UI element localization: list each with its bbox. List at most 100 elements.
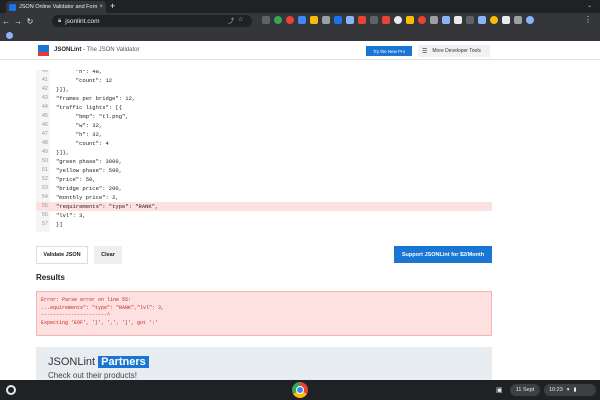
reload-icon[interactable]: ↻	[24, 17, 36, 26]
editor-line[interactable]: 52 "price": 50,	[36, 175, 492, 184]
support-jsonlint-button[interactable]: Support JSONLint for $2/Month	[394, 246, 492, 263]
validate-json-button[interactable]: Validate JSON	[36, 246, 88, 264]
code-text: "count": 4	[56, 140, 109, 147]
extension-icon[interactable]	[454, 16, 462, 24]
extension-icon[interactable]	[298, 16, 306, 24]
extension-icon[interactable]	[370, 16, 378, 24]
bookmark-star-icon[interactable]: ☆	[238, 16, 243, 25]
extension-icon[interactable]	[466, 16, 474, 24]
line-number: 55	[41, 203, 48, 209]
partners-brand: JSONLint	[48, 356, 96, 368]
extension-icon[interactable]	[334, 16, 342, 24]
close-tab-icon[interactable]: ×	[99, 4, 103, 10]
try-pro-button[interactable]: Try the New Pro	[366, 46, 412, 56]
site-brand: JSONLint - The JSON Validator	[54, 47, 139, 53]
lock-icon[interactable]: 🔒︎	[58, 18, 61, 25]
results-heading: Results	[36, 273, 65, 282]
editor-line[interactable]: 49}]},	[36, 148, 492, 157]
line-number: 41	[41, 77, 48, 83]
extension-icon[interactable]	[382, 16, 390, 24]
line-number: 44	[41, 104, 48, 110]
line-number: 45	[41, 113, 48, 119]
error-text-line: ...equirements": "type": "RANK","lvl": 3…	[41, 304, 165, 311]
code-text: "yellow phase": 500,	[56, 167, 123, 174]
forward-arrow-icon[interactable]: →	[12, 17, 24, 26]
extension-icon[interactable]	[358, 16, 366, 24]
code-text: "frames per bridge": 12,	[56, 95, 136, 102]
more-developer-tools-button[interactable]: ☰ More Developer Tools	[418, 45, 490, 57]
new-tab-button[interactable]: +	[110, 1, 115, 12]
editor-line[interactable]: 41 "count": 12	[36, 76, 492, 85]
extension-icon[interactable]	[274, 16, 282, 24]
tab-jsonlint[interactable]: JSON Online Validator and Formatter ×	[6, 1, 106, 13]
code-text: "count": 12	[56, 77, 113, 84]
editor-line[interactable]: 50 "green phase": 3000,	[36, 157, 492, 166]
partners-highlight: Partners	[98, 356, 149, 368]
line-number: 56	[41, 212, 48, 218]
code-text: "green phase": 3000,	[56, 158, 123, 165]
editor-line[interactable]: 44 "traffic lights": [{	[36, 103, 492, 112]
puzzle-icon[interactable]	[502, 16, 510, 24]
editor-line[interactable]: 47 "h": 32,	[36, 130, 492, 139]
json-editor[interactable]: 40 "h": 48, 41 "count": 12 42}]}, 43 "frames…	[36, 70, 492, 232]
sidebar-icon[interactable]	[514, 16, 522, 24]
chrome-app-icon[interactable]	[292, 382, 308, 398]
editor-line[interactable]: 54 "monthly price": 2,	[36, 193, 492, 202]
code-text: }]},	[56, 149, 70, 156]
editor-line[interactable]: 43 "frames per bridge": 12,	[36, 94, 492, 103]
extension-icon[interactable]	[406, 16, 414, 24]
editor-line[interactable]: 48 "count": 4	[36, 139, 492, 148]
editor-line[interactable]: 42}]},	[36, 85, 492, 94]
back-arrow-icon[interactable]: ←	[0, 17, 12, 26]
url-text: jsonlint.com	[65, 17, 100, 25]
tab-title: JSON Online Validator and Formatter	[19, 4, 98, 10]
line-number: 53	[41, 185, 48, 191]
partners-subtitle: Check out their products!	[48, 371, 137, 380]
error-message-box: Error: Parse error on line 55: ...equire…	[36, 291, 492, 336]
extension-icon[interactable]	[478, 16, 486, 24]
bookmarks-bar	[0, 30, 600, 41]
editor-line[interactable]: 56 "lvl": 3,	[36, 211, 492, 220]
code-text: "bridge price": 200,	[56, 185, 123, 192]
launcher-icon[interactable]	[6, 385, 16, 395]
status-area[interactable]: 10:23 ▾ ▮	[544, 384, 596, 396]
editor-line[interactable]: 51 "yellow phase": 500,	[36, 166, 492, 175]
code-text: "traffic lights": [{	[56, 104, 123, 111]
browser-toolbar: ← → ↻ 🔒︎ jsonlint.com ⤴ ☆ ⋮	[0, 13, 600, 30]
date-display[interactable]: 11 Sept	[510, 384, 540, 396]
editor-line[interactable]: 53 "bridge price": 200,	[36, 184, 492, 193]
code-text: "price": 50,	[56, 176, 96, 183]
extension-icon[interactable]	[490, 16, 498, 24]
browser-menu-icon[interactable]: ⋮	[584, 15, 592, 24]
editor-line[interactable]: 46 "w": 32,	[36, 121, 492, 130]
extension-icon[interactable]	[442, 16, 450, 24]
extension-icon[interactable]	[430, 16, 438, 24]
profile-avatar-icon[interactable]	[526, 16, 534, 24]
code-text: "lvl": 3,	[56, 212, 86, 219]
jsonlint-favicon-icon	[9, 3, 16, 11]
clear-button[interactable]: Clear	[94, 246, 122, 264]
editor-error-line[interactable]: 55 "requirements": "type": "RANK",	[36, 202, 492, 211]
brand-name: JSONLint	[54, 47, 82, 53]
share-icon[interactable]: ⤴	[228, 16, 234, 25]
os-shelf: ▣ 11 Sept 10:23 ▾ ▮	[0, 380, 600, 400]
editor-line[interactable]: 45 "bmp": "tl.png",	[36, 112, 492, 121]
clock-time: 10:23	[549, 387, 563, 393]
error-text-line: ----------------------^	[41, 312, 111, 318]
extension-icon[interactable]	[418, 16, 426, 24]
code-text: "monthly price": 2,	[56, 194, 119, 201]
extension-icon[interactable]	[262, 16, 270, 24]
bookmark-icon[interactable]	[6, 32, 13, 39]
extension-icon[interactable]	[310, 16, 318, 24]
line-number: 43	[41, 95, 48, 101]
line-number: 47	[41, 131, 48, 137]
tote-icon[interactable]: ▣	[496, 386, 503, 394]
address-bar[interactable]: 🔒︎ jsonlint.com	[52, 15, 252, 27]
extension-icon[interactable]	[346, 16, 354, 24]
extension-icon[interactable]	[322, 16, 330, 24]
tab-search-icon[interactable]: ⌄	[587, 1, 592, 12]
extension-icon[interactable]	[286, 16, 294, 24]
editor-line[interactable]: 57}]	[36, 220, 492, 229]
jsonlint-logo-icon[interactable]	[38, 45, 49, 56]
extension-icon[interactable]	[394, 16, 402, 24]
